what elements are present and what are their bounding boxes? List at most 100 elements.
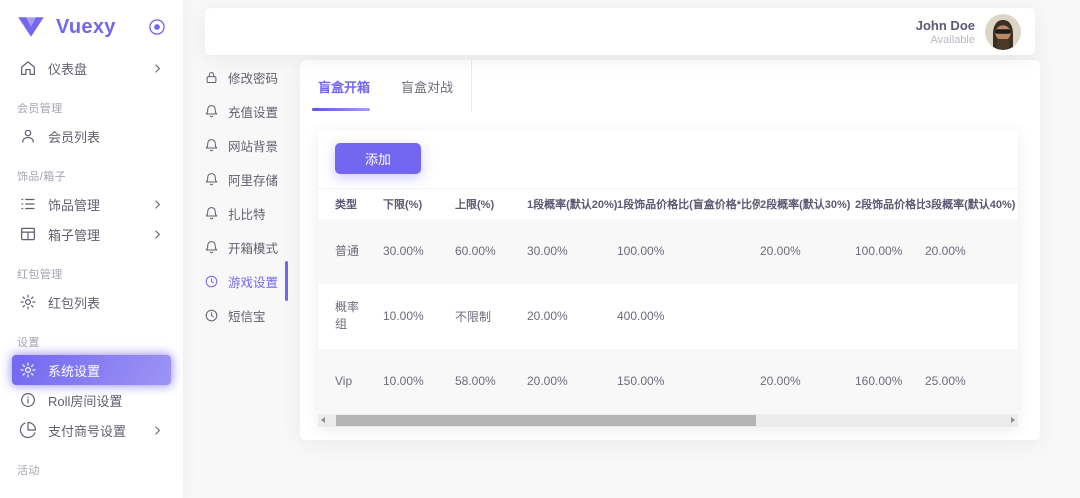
column-header-stage1-probability: 1段概率(默认20%)	[527, 189, 617, 219]
cell-type: 概率组	[318, 284, 383, 349]
settings-item-recharge[interactable]: 充值设置	[204, 94, 286, 128]
sidebar-item-label: 仪表盘	[48, 59, 87, 78]
chevron-right-icon	[151, 62, 164, 75]
cell-value: 30.00%	[527, 219, 617, 284]
table-row[interactable]: 普通 30.00% 60.00% 30.00% 100.00% 20.00% 1…	[318, 219, 1018, 284]
cell-value: 400.00%	[617, 284, 760, 349]
sidebar-item-red-packet-list[interactable]: 红包列表	[12, 287, 171, 317]
settings-item-label: 阿里存储	[228, 170, 278, 189]
column-header-stage2-probability: 2段概率(默认30%)	[760, 189, 855, 219]
user-avatar[interactable]	[985, 14, 1021, 50]
settings-item-ali-storage[interactable]: 阿里存储	[204, 162, 286, 196]
tab-divider	[471, 60, 472, 112]
sidebar-section-members: 会员管理	[17, 100, 166, 116]
sidebar-item-box-management[interactable]: 箱子管理	[12, 219, 171, 249]
sidebar-item-label: 箱子管理	[48, 225, 100, 244]
settings-item-label: 扎比特	[228, 204, 266, 223]
sidebar-item-system-settings[interactable]: 系统设置	[12, 355, 171, 385]
active-indicator	[285, 261, 288, 301]
bell-icon	[204, 240, 219, 255]
cell-value: 20.00%	[925, 219, 1018, 284]
settings-item-label: 网站背景	[228, 136, 278, 155]
main-sidebar: Vuexy 仪表盘 会员管理 会员列表	[0, 0, 183, 498]
user-icon	[19, 127, 37, 145]
chevron-right-icon	[151, 228, 164, 241]
settings-item-label: 游戏设置	[228, 272, 278, 291]
cell-value: 60.00%	[455, 219, 527, 284]
user-status: Available	[916, 34, 975, 46]
pie-chart-icon	[19, 421, 37, 439]
cell-value: 58.00%	[455, 349, 527, 414]
bell-icon	[204, 172, 219, 187]
sidebar-section-red-packet: 红包管理	[17, 266, 166, 282]
cell-value: 10.00%	[383, 284, 455, 349]
settings-item-change-password[interactable]: 修改密码	[204, 60, 286, 94]
table-row[interactable]: 概率组 10.00% 不限制 20.00% 400.00%	[318, 284, 1018, 349]
tab-blind-box-open[interactable]: 盲盒开箱	[318, 60, 370, 112]
layout-icon	[19, 225, 37, 243]
add-button[interactable]: 添加	[335, 143, 421, 174]
top-navbar: John Doe Available	[205, 8, 1035, 55]
settings-item-game-settings[interactable]: 游戏设置	[204, 264, 286, 298]
scroll-left-arrow-icon[interactable]	[321, 417, 325, 423]
content-card: 盲盒开箱 盲盒对战 添加 类型 下限(%) 上限(%) 1段	[300, 60, 1040, 440]
cell-value: 160.00%	[855, 349, 925, 414]
tab-blind-box-battle[interactable]: 盲盒对战	[401, 60, 453, 112]
column-header-lower-limit: 下限(%)	[383, 189, 455, 219]
cell-value: 10.00%	[383, 349, 455, 414]
brand-name: Vuexy	[56, 16, 147, 39]
list-icon	[19, 195, 37, 213]
sidebar-item-dashboard[interactable]: 仪表盘	[12, 53, 171, 83]
sidebar-nav: 仪表盘 会员管理 会员列表 饰品/箱子 饰品管理	[0, 51, 183, 478]
sidebar-item-label: 红包列表	[48, 293, 100, 312]
settings-item-unbox-mode[interactable]: 开箱模式	[204, 230, 286, 264]
sidebar-pin-toggle-icon[interactable]	[147, 17, 167, 37]
table-row[interactable]: Vip 10.00% 58.00% 20.00% 150.00% 20.00% …	[318, 349, 1018, 414]
tab-bar: 盲盒开箱 盲盒对战	[300, 60, 1040, 112]
sidebar-item-label: 饰品管理	[48, 195, 100, 214]
column-header-stage1-price-ratio: 1段饰品价格比(盲盒价格*比例)	[617, 189, 760, 219]
cell-value	[855, 284, 925, 349]
cell-type: 普通	[318, 219, 383, 284]
settings-item-label: 开箱模式	[228, 238, 278, 257]
sidebar-item-accessory-management[interactable]: 饰品管理	[12, 189, 171, 219]
horizontal-scrollbar[interactable]	[318, 414, 1018, 427]
settings-item-zhabite[interactable]: 扎比特	[204, 196, 286, 230]
scroll-right-arrow-icon[interactable]	[1011, 417, 1015, 423]
settings-item-label: 修改密码	[228, 68, 278, 87]
gear-icon	[19, 293, 37, 311]
scrollbar-thumb[interactable]	[336, 415, 756, 426]
brand-header: Vuexy	[0, 0, 183, 51]
probability-table: 类型 下限(%) 上限(%) 1段概率(默认20%) 1段饰品价格比(盲盒价格*…	[318, 188, 1018, 414]
cell-value: 100.00%	[855, 219, 925, 284]
sidebar-item-label: 系统设置	[48, 361, 100, 380]
bell-icon	[204, 206, 219, 221]
cell-value: 20.00%	[527, 349, 617, 414]
column-header-type: 类型	[318, 189, 383, 219]
cell-value	[760, 284, 855, 349]
cell-value: 20.00%	[760, 349, 855, 414]
chevron-right-icon	[151, 198, 164, 211]
settings-item-label: 短信宝	[228, 306, 266, 325]
cell-value: 20.00%	[527, 284, 617, 349]
info-icon	[19, 391, 37, 409]
cell-value: 30.00%	[383, 219, 455, 284]
sidebar-item-roll-room-settings[interactable]: Roll房间设置	[12, 385, 171, 415]
user-meta: John Doe Available	[916, 18, 975, 46]
settings-item-sms-bao[interactable]: 短信宝	[204, 298, 286, 332]
settings-item-site-background[interactable]: 网站背景	[204, 128, 286, 162]
cell-value: 25.00%	[925, 349, 1018, 414]
bell-icon	[204, 138, 219, 153]
sidebar-item-payment-merchant-settings[interactable]: 支付商号设置	[12, 415, 171, 445]
cell-type: Vip	[318, 349, 383, 414]
column-header-upper-limit: 上限(%)	[455, 189, 527, 219]
column-header-stage3-probability: 3段概率(默认40%)	[925, 189, 1018, 219]
cell-value: 100.00%	[617, 219, 760, 284]
column-header-stage2-price-ratio: 2段饰品价格比	[855, 189, 925, 219]
lock-icon	[204, 70, 219, 85]
cell-value: 不限制	[455, 284, 527, 349]
cell-value: 150.00%	[617, 349, 760, 414]
sidebar-item-member-list[interactable]: 会员列表	[12, 121, 171, 151]
sidebar-item-label: 会员列表	[48, 127, 100, 146]
sidebar-item-label: Roll房间设置	[48, 391, 122, 410]
